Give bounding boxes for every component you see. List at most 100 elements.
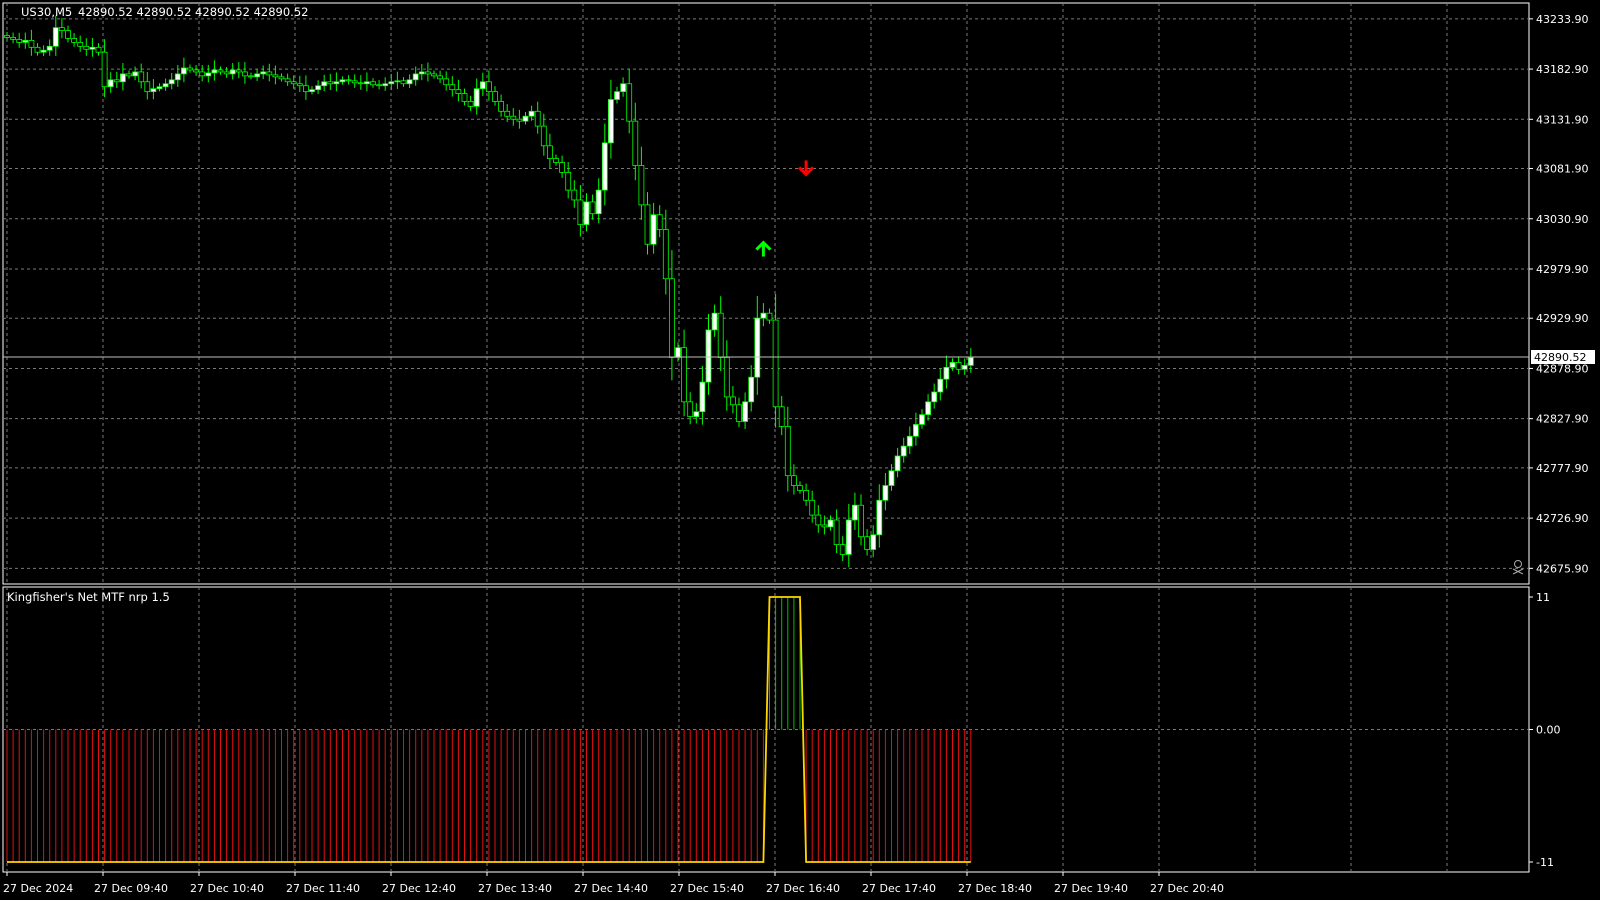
candle-body — [363, 81, 370, 85]
candle-body — [223, 71, 230, 75]
candle-body — [40, 49, 47, 53]
candle-body — [931, 391, 938, 403]
candle-body — [809, 499, 816, 516]
candle-body — [376, 84, 383, 87]
candle-body — [534, 110, 541, 127]
candle-body — [522, 115, 529, 122]
candle-body — [83, 45, 90, 50]
candle-body — [772, 319, 779, 408]
candle-body — [803, 490, 809, 501]
candle-body — [126, 73, 132, 77]
candle-body — [876, 499, 883, 536]
candle-body — [833, 519, 840, 546]
candle-body — [254, 73, 261, 78]
candle-body — [906, 435, 913, 447]
candle-body — [839, 544, 846, 555]
candle-body — [168, 79, 175, 85]
candle-body — [784, 426, 791, 477]
candle-body — [516, 118, 523, 122]
candle-body — [52, 27, 59, 47]
candle-body — [540, 125, 547, 147]
candle-body — [296, 83, 303, 87]
indicator-tick-label: -11 — [1536, 856, 1554, 869]
candle-body — [492, 91, 498, 102]
candle-body — [791, 475, 797, 486]
candle-body — [71, 38, 77, 43]
candle-body — [266, 71, 273, 76]
candle-body — [888, 470, 895, 486]
candle-body — [498, 101, 505, 112]
candle-body — [309, 89, 315, 93]
candle-body — [327, 81, 334, 85]
candle-body — [961, 364, 968, 370]
candle-body — [852, 504, 858, 521]
candle-body — [241, 71, 248, 77]
time-tick-label: 27 Dec 11:40 — [286, 882, 360, 895]
candle-body — [174, 73, 181, 81]
candle-body — [150, 88, 157, 93]
candle-body — [4, 35, 10, 38]
candle-body — [382, 83, 389, 87]
candle-body — [748, 376, 755, 403]
candle-body — [95, 46, 102, 53]
time-tick-label: 27 Dec 12:40 — [382, 882, 456, 895]
candle-body — [217, 69, 224, 73]
indicator-title: Kingfisher's Net MTF nrp 1.5 — [7, 590, 170, 604]
candle-body — [760, 312, 767, 319]
time-tick-label: 27 Dec 2024 — [3, 882, 73, 895]
candle-body — [345, 79, 352, 82]
candle-body — [742, 401, 748, 422]
candle-body — [107, 79, 114, 88]
candle-body — [730, 396, 736, 406]
candle-body — [967, 357, 974, 366]
candle-body — [821, 524, 828, 528]
candle-body — [28, 40, 35, 48]
price-tick-label: 42878.90 — [1536, 362, 1589, 375]
candle-body — [845, 519, 852, 555]
candle-body — [943, 366, 950, 380]
candle-body — [406, 79, 413, 85]
candle-body — [553, 158, 559, 163]
candle-body — [187, 67, 193, 71]
candle-body — [388, 81, 395, 85]
candle-body — [156, 86, 163, 90]
candle-body — [711, 312, 718, 331]
candle-body — [864, 536, 870, 550]
candle-body — [351, 80, 358, 84]
candle-body — [59, 27, 65, 31]
candle-body — [431, 73, 437, 77]
time-tick-label: 27 Dec 10:40 — [190, 882, 264, 895]
price-tick-label: 43081.90 — [1536, 163, 1589, 176]
candle-body — [357, 82, 364, 85]
candle-body — [754, 317, 761, 378]
price-tick-label: 42777.90 — [1536, 462, 1589, 475]
candle-body — [949, 362, 956, 368]
candle-body — [485, 81, 492, 93]
candle-body — [290, 81, 297, 85]
candle-body — [449, 84, 456, 91]
candle-body — [437, 75, 444, 80]
candle-body — [608, 99, 614, 144]
symbol-label: US30,M5 — [21, 5, 72, 19]
candle-body — [77, 41, 84, 47]
candle-body — [595, 189, 602, 215]
candle-body — [132, 71, 139, 77]
candle-body — [705, 329, 712, 383]
candle-body — [144, 81, 151, 93]
candle-body — [687, 401, 694, 417]
candle-body — [65, 30, 71, 39]
candle-body — [370, 81, 376, 86]
candle-body — [736, 404, 742, 422]
candle-body — [882, 485, 889, 501]
candle-body — [547, 145, 553, 159]
candle-body — [675, 347, 681, 358]
candle-body — [229, 69, 236, 75]
candle-body — [827, 519, 834, 528]
time-tick-label: 27 Dec 09:40 — [94, 882, 168, 895]
candle-body — [571, 189, 578, 201]
candle-body — [412, 73, 419, 81]
candle-body — [22, 40, 29, 43]
chart-canvas[interactable]: 43233.90 43182.90 43131.90 43081.90 43030.90… — [0, 0, 1600, 900]
candle-body — [650, 214, 657, 245]
candle-body — [321, 81, 328, 87]
